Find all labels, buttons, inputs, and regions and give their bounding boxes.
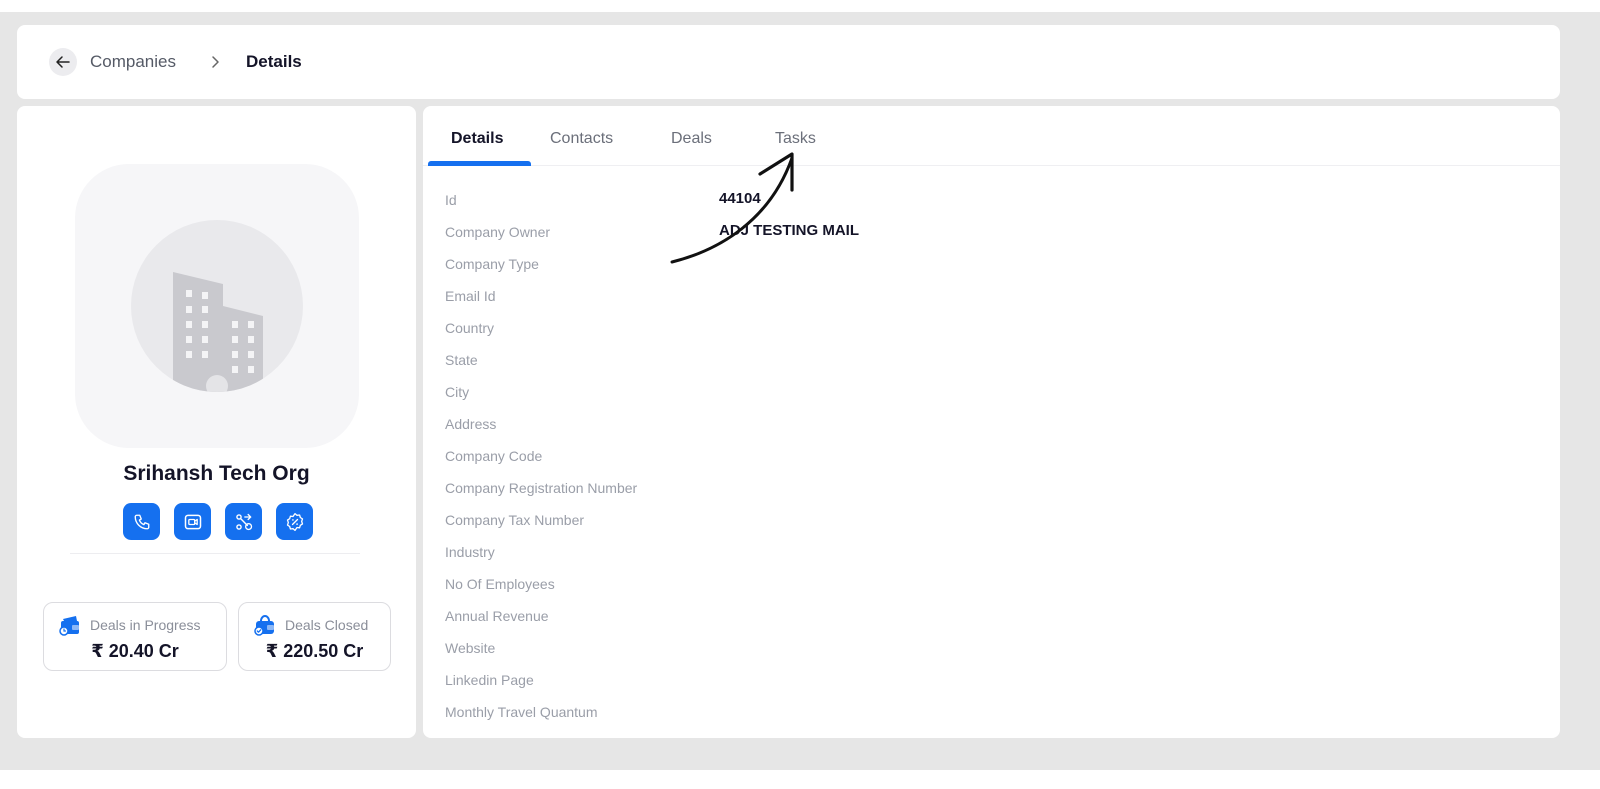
field-label-no-of-employees: No Of Employees <box>445 576 555 592</box>
chevron-right-icon <box>210 55 220 69</box>
route-icon <box>235 513 252 530</box>
video-call-button[interactable] <box>174 503 211 540</box>
field-label-annual-revenue: Annual Revenue <box>445 608 549 624</box>
breadcrumb-companies-link[interactable]: Companies <box>90 52 176 72</box>
arrow-left-icon <box>56 56 70 68</box>
field-label-company-tax-number: Company Tax Number <box>445 512 585 528</box>
phone-icon <box>134 514 149 529</box>
breadcrumb: Companies Details <box>17 25 1560 99</box>
field-label-address: Address <box>445 416 497 432</box>
breadcrumb-current: Details <box>246 52 302 71</box>
company-details-panel: Details Contacts Deals Tasks Id 44104 Co… <box>423 106 1560 738</box>
video-call-icon <box>184 514 201 529</box>
route-button[interactable] <box>225 503 262 540</box>
deals-closed-card: Deals Closed ₹ 220.50 Cr <box>238 602 391 671</box>
company-actions <box>123 503 313 540</box>
building-icon <box>173 272 263 392</box>
deals-progress-icon <box>59 616 79 636</box>
active-tab-indicator <box>428 161 531 166</box>
tab-tasks[interactable]: Tasks <box>775 130 816 148</box>
field-label-monthly-travel-quantum: Monthly Travel Quantum <box>445 704 598 720</box>
field-label-state: State <box>445 352 478 368</box>
field-label-country: Country <box>445 320 495 336</box>
field-label-website: Website <box>445 640 496 656</box>
tab-contacts[interactable]: Contacts <box>550 130 613 148</box>
company-name: Srihansh Tech Org <box>123 462 310 485</box>
field-label-company-code: Company Code <box>445 448 543 464</box>
field-label-company-type: Company Type <box>445 256 539 272</box>
deals-closed-icon <box>254 614 274 636</box>
back-button[interactable] <box>49 48 77 76</box>
field-label-id: Id <box>445 192 457 208</box>
verified-badge-icon <box>286 512 303 531</box>
deals-closed-label: Deals Closed <box>285 617 369 633</box>
field-value-company-owner: ADJ TESTING MAIL <box>719 222 860 239</box>
field-label-linkedin-page: Linkedin Page <box>445 672 534 688</box>
verify-button[interactable] <box>276 503 313 540</box>
field-label-company-registration-number: Company Registration Number <box>445 480 638 496</box>
field-value-id: 44104 <box>719 190 761 207</box>
deals-in-progress-card: Deals in Progress ₹ 20.40 Cr <box>43 602 227 671</box>
field-label-company-owner: Company Owner <box>445 224 551 240</box>
company-avatar <box>75 164 359 448</box>
deals-closed-value: ₹ 220.50 Cr <box>265 641 364 661</box>
deals-in-progress-label: Deals in Progress <box>90 617 201 633</box>
company-profile-panel: Srihansh Tech Org Deals in Progress ₹ 20… <box>17 106 416 738</box>
deals-in-progress-value: ₹ 20.40 Cr <box>91 641 179 661</box>
tab-bar: Details Contacts Deals Tasks <box>423 106 1560 166</box>
field-label-email-id: Email Id <box>445 288 496 304</box>
field-label-city: City <box>445 384 470 400</box>
tab-details[interactable]: Details <box>451 130 503 148</box>
tab-deals[interactable]: Deals <box>671 130 712 148</box>
divider <box>70 553 360 554</box>
call-button[interactable] <box>123 503 160 540</box>
field-label-industry: Industry <box>445 544 495 560</box>
